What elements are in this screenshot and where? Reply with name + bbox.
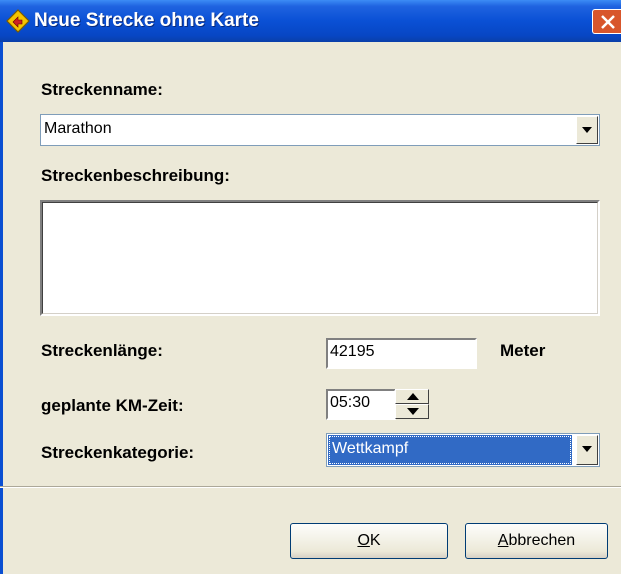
cancel-mnemonic: A xyxy=(497,532,509,549)
kategorie-value: Wettkampf xyxy=(332,440,409,457)
kategorie-label: Streckenkategorie: xyxy=(41,443,195,462)
chevron-down-icon[interactable] xyxy=(576,435,598,465)
ok-button[interactable]: OK xyxy=(290,523,448,559)
km-zeit-spinner[interactable] xyxy=(395,389,429,419)
ok-label: K xyxy=(369,532,381,549)
spin-up-icon[interactable] xyxy=(395,389,429,404)
streckenname-combobox[interactable]: Marathon xyxy=(40,114,600,146)
dialog-window: Neue Strecke ohne Karte Streckenname: Ma… xyxy=(0,0,621,574)
streckenlaenge-input[interactable]: 42195 xyxy=(326,338,477,369)
streckenbeschreibung-textarea[interactable] xyxy=(40,200,600,316)
window-border xyxy=(0,42,3,574)
streckenlaenge-label: Streckenlänge: xyxy=(41,341,163,360)
km-zeit-label: geplante KM-Zeit: xyxy=(41,396,184,415)
spin-down-icon[interactable] xyxy=(395,404,429,419)
streckenname-value: Marathon xyxy=(44,120,112,137)
cancel-button[interactable]: Abbrechen xyxy=(465,523,608,559)
ok-mnemonic: O xyxy=(357,532,370,549)
unit-label: Meter xyxy=(500,341,546,360)
window-title: Neue Strecke ohne Karte xyxy=(34,10,259,31)
km-zeit-value: 05:30 xyxy=(330,394,371,411)
cancel-label: bbrechen xyxy=(508,532,576,549)
separator-highlight xyxy=(0,487,621,488)
streckenbeschreibung-label: Streckenbeschreibung: xyxy=(41,166,230,185)
close-button[interactable] xyxy=(592,9,621,34)
streckenlaenge-value: 42195 xyxy=(330,343,375,360)
close-icon xyxy=(601,15,615,29)
app-icon xyxy=(6,9,30,33)
chevron-down-icon[interactable] xyxy=(576,116,598,144)
streckenname-label: Streckenname: xyxy=(41,80,163,99)
title-bar[interactable]: Neue Strecke ohne Karte xyxy=(0,0,621,42)
km-zeit-input[interactable]: 05:30 xyxy=(326,389,396,420)
kategorie-selected: Wettkampf xyxy=(328,435,572,465)
